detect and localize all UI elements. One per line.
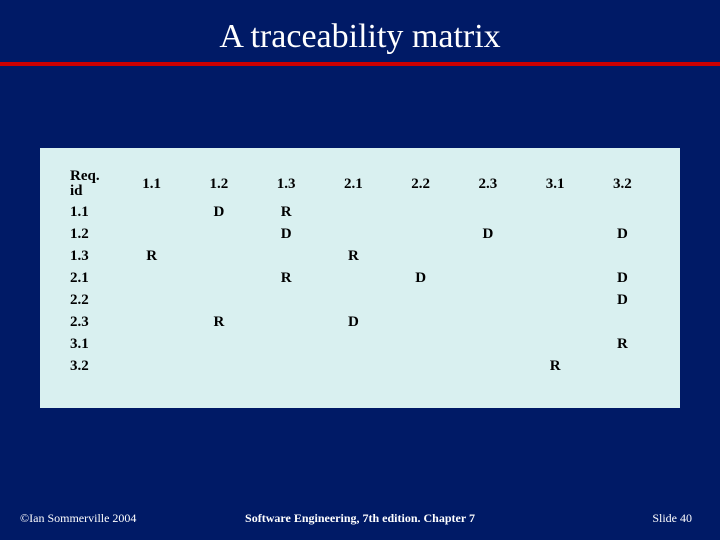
matrix-body: 1.1 D R 1.2 D D (64, 201, 656, 377)
col-3-2: 3.2 (589, 166, 656, 201)
col-3-1: 3.1 (522, 166, 589, 201)
table-row: 1.2 D D D (64, 223, 656, 245)
col-1-3: 1.3 (253, 166, 320, 201)
table-row: 1.3 R R (64, 245, 656, 267)
title-underline (0, 62, 720, 66)
traceability-matrix: Req. id 1.1 1.2 1.3 2.1 2.2 2.3 3.1 3.2 … (64, 166, 656, 377)
table-row: 3.2 R (64, 355, 656, 377)
col-1-2: 1.2 (185, 166, 252, 201)
slide-title: A traceability matrix (0, 18, 720, 56)
title-area: A traceability matrix (0, 0, 720, 74)
footer-slide-number: Slide 40 (652, 511, 692, 526)
table-row: 1.1 D R (64, 201, 656, 223)
col-2-3: 2.3 (454, 166, 521, 201)
footer-center: Software Engineering, 7th edition. Chapt… (245, 511, 475, 526)
col-1-1: 1.1 (118, 166, 185, 201)
footer: ©Ian Sommerville 2004 Software Engineeri… (0, 511, 720, 526)
header-reqid: Req. id (64, 166, 118, 201)
col-2-2: 2.2 (387, 166, 454, 201)
footer-copyright: ©Ian Sommerville 2004 (20, 511, 136, 526)
table-row: 3.1 R (64, 333, 656, 355)
table-row: 2.3 R D (64, 311, 656, 333)
table-row: 2.2 D (64, 289, 656, 311)
matrix-panel: Req. id 1.1 1.2 1.3 2.1 2.2 2.3 3.1 3.2 … (40, 148, 680, 408)
table-row: 2.1 R D D (64, 267, 656, 289)
slide: A traceability matrix Req. id 1.1 1.2 1.… (0, 0, 720, 540)
col-2-1: 2.1 (320, 166, 387, 201)
